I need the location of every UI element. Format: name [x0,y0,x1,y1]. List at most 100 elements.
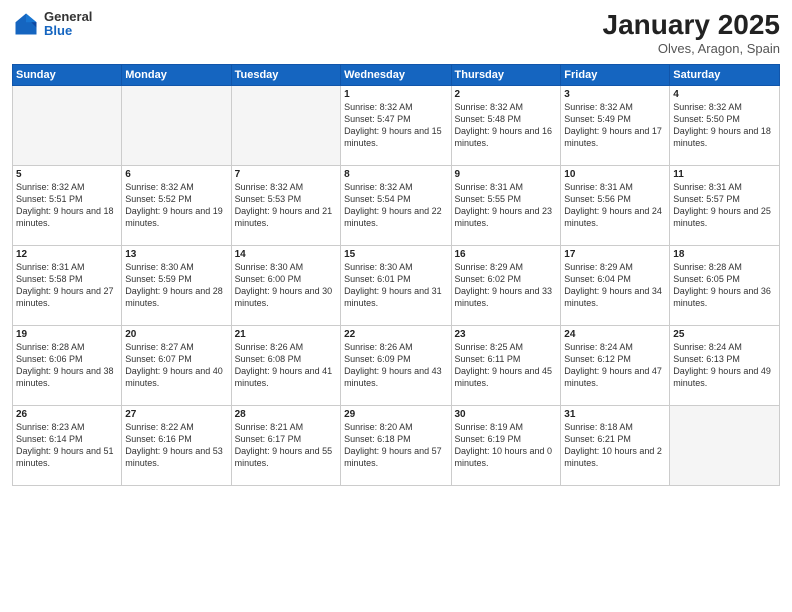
day-number: 14 [235,249,337,260]
calendar-cell: 20 Sunrise: 8:27 AM Sunset: 6:07 PM Dayl… [122,325,231,405]
day-info: Sunrise: 8:24 AM Sunset: 6:12 PM Dayligh… [564,341,666,390]
day-number: 21 [235,329,337,340]
sunset-label: Sunset: 6:13 PM [673,354,740,364]
sunrise-label: Sunrise: 8:30 AM [344,262,413,272]
sunset-label: Sunset: 6:00 PM [235,274,302,284]
daylight-label: Daylight: 9 hours and 36 minutes. [673,286,771,308]
daylight-label: Daylight: 9 hours and 30 minutes. [235,286,333,308]
calendar-cell: 18 Sunrise: 8:28 AM Sunset: 6:05 PM Dayl… [670,245,780,325]
daylight-label: Daylight: 9 hours and 15 minutes. [344,126,442,148]
day-info: Sunrise: 8:32 AM Sunset: 5:52 PM Dayligh… [125,181,227,230]
day-number: 28 [235,409,337,420]
daylight-label: Daylight: 9 hours and 19 minutes. [125,206,223,228]
day-info: Sunrise: 8:32 AM Sunset: 5:48 PM Dayligh… [455,101,558,150]
calendar-cell: 29 Sunrise: 8:20 AM Sunset: 6:18 PM Dayl… [341,405,451,485]
day-number: 8 [344,169,447,180]
calendar-week-row: 26 Sunrise: 8:23 AM Sunset: 6:14 PM Dayl… [13,405,780,485]
calendar-cell: 26 Sunrise: 8:23 AM Sunset: 6:14 PM Dayl… [13,405,122,485]
sunrise-label: Sunrise: 8:28 AM [16,342,85,352]
calendar-cell: 1 Sunrise: 8:32 AM Sunset: 5:47 PM Dayli… [341,85,451,165]
daylight-label: Daylight: 9 hours and 43 minutes. [344,366,442,388]
sunset-label: Sunset: 6:14 PM [16,434,83,444]
daylight-label: Daylight: 9 hours and 23 minutes. [455,206,553,228]
logo-general-text: General [44,10,92,24]
calendar-cell: 30 Sunrise: 8:19 AM Sunset: 6:19 PM Dayl… [451,405,561,485]
day-info: Sunrise: 8:31 AM Sunset: 5:58 PM Dayligh… [16,261,118,310]
daylight-label: Daylight: 9 hours and 18 minutes. [673,126,771,148]
day-number: 6 [125,169,227,180]
daylight-label: Daylight: 9 hours and 45 minutes. [455,366,553,388]
day-number: 11 [673,169,776,180]
day-number: 4 [673,89,776,100]
sunset-label: Sunset: 5:50 PM [673,114,740,124]
sunset-label: Sunset: 5:59 PM [125,274,192,284]
day-info: Sunrise: 8:25 AM Sunset: 6:11 PM Dayligh… [455,341,558,390]
sunset-label: Sunset: 5:53 PM [235,194,302,204]
sunrise-label: Sunrise: 8:27 AM [125,342,194,352]
sunrise-label: Sunrise: 8:32 AM [564,102,633,112]
sunrise-label: Sunrise: 8:24 AM [673,342,742,352]
sunrise-label: Sunrise: 8:18 AM [564,422,633,432]
header-wednesday: Wednesday [341,64,451,85]
sunrise-label: Sunrise: 8:23 AM [16,422,85,432]
calendar-cell: 4 Sunrise: 8:32 AM Sunset: 5:50 PM Dayli… [670,85,780,165]
calendar-week-row: 1 Sunrise: 8:32 AM Sunset: 5:47 PM Dayli… [13,85,780,165]
sunrise-label: Sunrise: 8:30 AM [125,262,194,272]
day-number: 12 [16,249,118,260]
calendar-cell: 22 Sunrise: 8:26 AM Sunset: 6:09 PM Dayl… [341,325,451,405]
logo: General Blue [12,10,92,39]
day-number: 10 [564,169,666,180]
logo-icon [12,10,40,38]
day-info: Sunrise: 8:31 AM Sunset: 5:55 PM Dayligh… [455,181,558,230]
day-info: Sunrise: 8:32 AM Sunset: 5:54 PM Dayligh… [344,181,447,230]
day-number: 26 [16,409,118,420]
sunset-label: Sunset: 6:17 PM [235,434,302,444]
calendar-cell: 3 Sunrise: 8:32 AM Sunset: 5:49 PM Dayli… [561,85,670,165]
day-info: Sunrise: 8:22 AM Sunset: 6:16 PM Dayligh… [125,421,227,470]
header-tuesday: Tuesday [231,64,340,85]
sunset-label: Sunset: 5:47 PM [344,114,411,124]
sunset-label: Sunset: 6:21 PM [564,434,631,444]
calendar-cell [122,85,231,165]
calendar-cell: 6 Sunrise: 8:32 AM Sunset: 5:52 PM Dayli… [122,165,231,245]
day-info: Sunrise: 8:19 AM Sunset: 6:19 PM Dayligh… [455,421,558,470]
calendar-cell: 12 Sunrise: 8:31 AM Sunset: 5:58 PM Dayl… [13,245,122,325]
page: General Blue January 2025 Olves, Aragon,… [0,0,792,612]
day-info: Sunrise: 8:32 AM Sunset: 5:47 PM Dayligh… [344,101,447,150]
calendar-cell [670,405,780,485]
calendar-cell: 25 Sunrise: 8:24 AM Sunset: 6:13 PM Dayl… [670,325,780,405]
sunrise-label: Sunrise: 8:31 AM [16,262,85,272]
calendar-cell: 27 Sunrise: 8:22 AM Sunset: 6:16 PM Dayl… [122,405,231,485]
header-monday: Monday [122,64,231,85]
sunrise-label: Sunrise: 8:24 AM [564,342,633,352]
sunset-label: Sunset: 6:08 PM [235,354,302,364]
sunset-label: Sunset: 6:09 PM [344,354,411,364]
calendar-cell: 2 Sunrise: 8:32 AM Sunset: 5:48 PM Dayli… [451,85,561,165]
sunrise-label: Sunrise: 8:31 AM [455,182,524,192]
month-title: January 2025 [603,10,780,41]
calendar-cell: 5 Sunrise: 8:32 AM Sunset: 5:51 PM Dayli… [13,165,122,245]
daylight-label: Daylight: 9 hours and 33 minutes. [455,286,553,308]
calendar-cell: 24 Sunrise: 8:24 AM Sunset: 6:12 PM Dayl… [561,325,670,405]
sunset-label: Sunset: 5:58 PM [16,274,83,284]
day-info: Sunrise: 8:32 AM Sunset: 5:51 PM Dayligh… [16,181,118,230]
sunrise-label: Sunrise: 8:31 AM [673,182,742,192]
day-info: Sunrise: 8:18 AM Sunset: 6:21 PM Dayligh… [564,421,666,470]
sunset-label: Sunset: 5:51 PM [16,194,83,204]
sunset-label: Sunset: 5:54 PM [344,194,411,204]
calendar-cell: 13 Sunrise: 8:30 AM Sunset: 5:59 PM Dayl… [122,245,231,325]
day-number: 1 [344,89,447,100]
sunset-label: Sunset: 6:05 PM [673,274,740,284]
day-number: 15 [344,249,447,260]
daylight-label: Daylight: 9 hours and 38 minutes. [16,366,114,388]
day-number: 23 [455,329,558,340]
day-number: 19 [16,329,118,340]
day-number: 20 [125,329,227,340]
sunrise-label: Sunrise: 8:32 AM [344,182,413,192]
calendar-cell: 9 Sunrise: 8:31 AM Sunset: 5:55 PM Dayli… [451,165,561,245]
calendar-cell: 31 Sunrise: 8:18 AM Sunset: 6:21 PM Dayl… [561,405,670,485]
calendar-week-row: 12 Sunrise: 8:31 AM Sunset: 5:58 PM Dayl… [13,245,780,325]
daylight-label: Daylight: 9 hours and 57 minutes. [344,446,442,468]
location: Olves, Aragon, Spain [603,41,780,56]
day-info: Sunrise: 8:28 AM Sunset: 6:06 PM Dayligh… [16,341,118,390]
